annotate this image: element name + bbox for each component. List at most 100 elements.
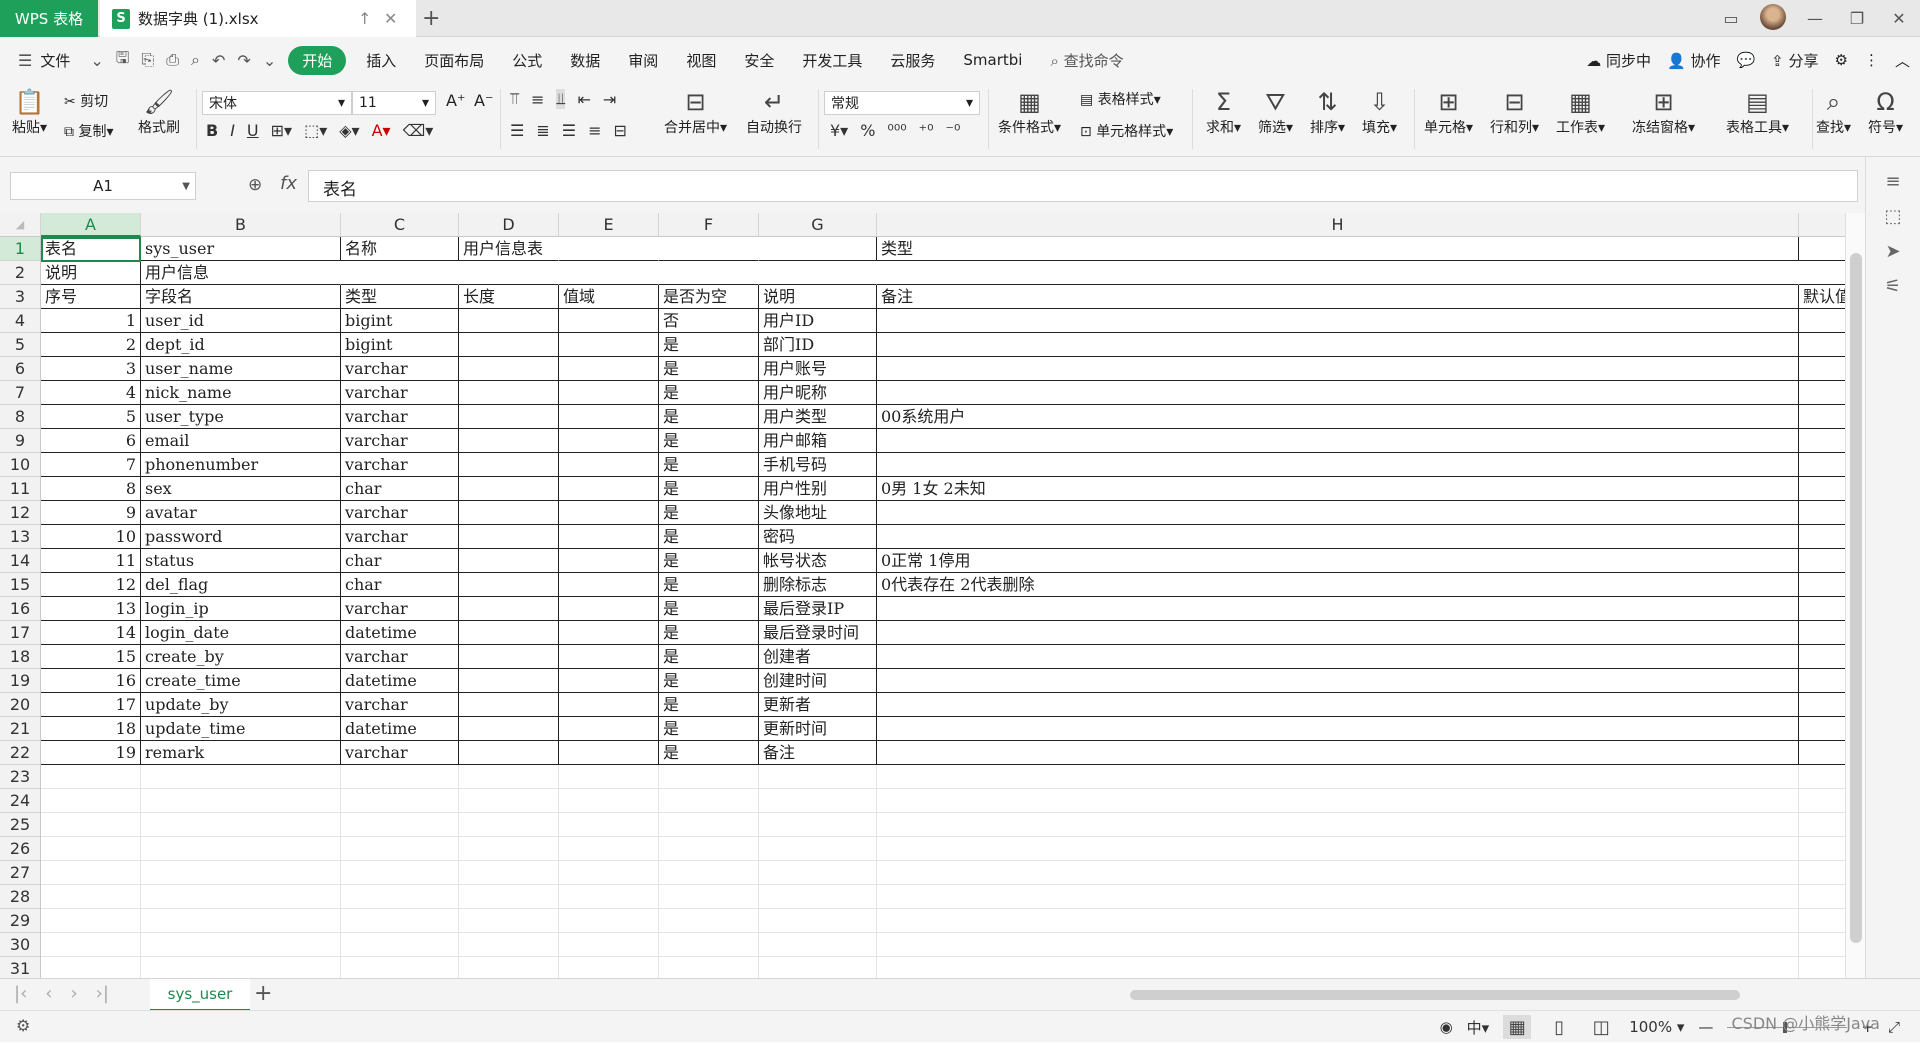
- cell[interactable]: 是: [659, 357, 759, 381]
- cell[interactable]: [341, 789, 459, 813]
- cell[interactable]: [559, 717, 659, 741]
- cell[interactable]: [1799, 501, 1845, 525]
- menu-insert[interactable]: 插入: [352, 50, 410, 71]
- cell[interactable]: 创建者: [759, 645, 877, 669]
- underline-icon[interactable]: U: [247, 121, 259, 140]
- cell[interactable]: [759, 885, 877, 909]
- column-header-g[interactable]: G: [759, 213, 877, 237]
- cell[interactable]: [559, 261, 659, 285]
- cell[interactable]: 是: [659, 573, 759, 597]
- cell[interactable]: 名称: [341, 237, 459, 261]
- cell[interactable]: [459, 261, 559, 285]
- find-button[interactable]: ⌕ 查找▾: [1816, 87, 1851, 137]
- cell[interactable]: [877, 621, 1799, 645]
- cell[interactable]: 密码: [759, 525, 877, 549]
- cell[interactable]: 9: [41, 501, 141, 525]
- cell[interactable]: 5: [41, 405, 141, 429]
- export-icon[interactable]: ⎘: [135, 50, 160, 70]
- cell[interactable]: varchar: [341, 405, 459, 429]
- cell[interactable]: [1799, 765, 1845, 789]
- cell[interactable]: 是: [659, 429, 759, 453]
- row-header[interactable]: 10: [0, 453, 40, 477]
- font-color-icon[interactable]: A▾: [372, 121, 391, 140]
- row-header[interactable]: 24: [0, 789, 40, 813]
- cell[interactable]: user_id: [141, 309, 341, 333]
- cell[interactable]: [1799, 741, 1845, 765]
- cell[interactable]: [1799, 621, 1845, 645]
- zoom-out-icon[interactable]: —: [1698, 1018, 1713, 1036]
- cell[interactable]: [459, 597, 559, 621]
- cell[interactable]: 是: [659, 717, 759, 741]
- comment-icon[interactable]: 💬: [1736, 51, 1755, 69]
- cell[interactable]: varchar: [341, 597, 459, 621]
- font-size-select[interactable]: 11 ▾: [352, 91, 436, 115]
- cell[interactable]: 19: [41, 741, 141, 765]
- menu-formula[interactable]: 公式: [498, 50, 556, 71]
- cell[interactable]: [877, 765, 1799, 789]
- sheet-tab-sys-user[interactable]: sys_user: [150, 979, 250, 1011]
- cell[interactable]: [459, 501, 559, 525]
- row-header[interactable]: 2: [0, 261, 40, 285]
- cell[interactable]: [459, 309, 559, 333]
- customize-icon[interactable]: ⌄: [257, 51, 282, 70]
- cell[interactable]: sys_user: [141, 237, 341, 261]
- cell[interactable]: 0代表存在 2代表删除: [877, 573, 1799, 597]
- cell[interactable]: [759, 957, 877, 978]
- cell[interactable]: create_time: [141, 669, 341, 693]
- cell[interactable]: [1799, 597, 1845, 621]
- cell[interactable]: 长度: [459, 285, 559, 309]
- row-header[interactable]: 6: [0, 357, 40, 381]
- cell[interactable]: 默认值: [1799, 285, 1845, 309]
- currency-icon[interactable]: ¥▾: [830, 121, 848, 140]
- cell[interactable]: [41, 789, 141, 813]
- cell[interactable]: 0正常 1停用: [877, 549, 1799, 573]
- copy-button[interactable]: ⧉ 复制▾: [64, 121, 113, 141]
- cell[interactable]: email: [141, 429, 341, 453]
- sliders-icon[interactable]: ⚟: [1866, 276, 1920, 297]
- border-icon[interactable]: ⊞▾: [271, 121, 292, 140]
- cell[interactable]: 头像地址: [759, 501, 877, 525]
- cell[interactable]: [341, 909, 459, 933]
- menu-lines-icon[interactable]: ≡: [1866, 171, 1920, 192]
- menu-page-layout[interactable]: 页面布局: [410, 50, 498, 71]
- cell[interactable]: [141, 957, 341, 978]
- cell[interactable]: [659, 765, 759, 789]
- cell-button[interactable]: ⊞ 单元格▾: [1424, 87, 1473, 137]
- cell[interactable]: 用户性别: [759, 477, 877, 501]
- cell[interactable]: 7: [41, 453, 141, 477]
- cell[interactable]: remark: [141, 741, 341, 765]
- cell[interactable]: 删除标志: [759, 573, 877, 597]
- cell[interactable]: [559, 645, 659, 669]
- prev-sheet-icon[interactable]: ‹: [45, 983, 52, 1004]
- row-header[interactable]: 7: [0, 381, 40, 405]
- cell[interactable]: [559, 933, 659, 957]
- cell[interactable]: [877, 741, 1799, 765]
- cell[interactable]: [459, 453, 559, 477]
- cell-style-icon[interactable]: ⬚▾: [304, 121, 327, 140]
- align-top-icon[interactable]: ⫪: [510, 89, 519, 109]
- cell[interactable]: [1799, 429, 1845, 453]
- cell[interactable]: [459, 837, 559, 861]
- selection-icon[interactable]: ⬚: [1866, 206, 1920, 227]
- row-header[interactable]: 27: [0, 861, 40, 885]
- cell[interactable]: [1799, 957, 1845, 978]
- cell[interactable]: [41, 837, 141, 861]
- align-right-icon[interactable]: ☰: [562, 121, 576, 140]
- cell[interactable]: 是: [659, 333, 759, 357]
- row-header[interactable]: 23: [0, 765, 40, 789]
- zoom-icon[interactable]: ⊕: [248, 175, 262, 195]
- cell[interactable]: [559, 237, 659, 261]
- cell[interactable]: [1799, 933, 1845, 957]
- cell[interactable]: [141, 933, 341, 957]
- cell[interactable]: [659, 813, 759, 837]
- cell[interactable]: [459, 621, 559, 645]
- decimal-increase-icon[interactable]: ⁺⁰: [919, 121, 934, 140]
- first-sheet-icon[interactable]: |‹: [14, 983, 27, 1004]
- table-tools-button[interactable]: ▤ 表格工具▾: [1726, 87, 1789, 137]
- cell[interactable]: [559, 549, 659, 573]
- cell[interactable]: [559, 861, 659, 885]
- cell[interactable]: 是: [659, 669, 759, 693]
- cell[interactable]: [559, 813, 659, 837]
- cell[interactable]: 备注: [759, 741, 877, 765]
- cell[interactable]: 3: [41, 357, 141, 381]
